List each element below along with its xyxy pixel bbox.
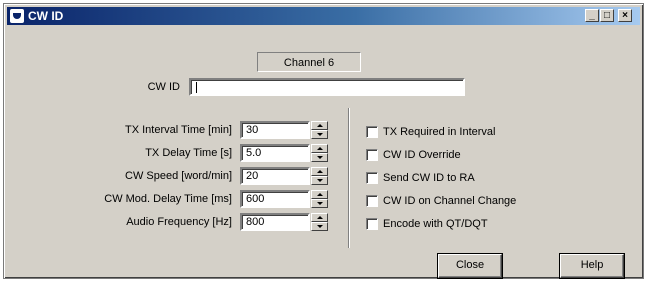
spin-down-icon[interactable] [311,176,328,185]
audio-frequency-input[interactable]: 800 [240,213,310,231]
cw-speed-spinner[interactable] [311,167,328,185]
cw-id-input[interactable] [189,78,465,96]
cw-mod-delay-time-input[interactable]: 600 [240,190,310,208]
encode-qt-dqt-label[interactable]: Encode with QT/DQT [383,218,488,231]
app-shield-icon [10,9,24,23]
title-bar[interactable]: CW ID _ □ × [7,7,640,25]
tx-interval-time-input[interactable]: 30 [240,121,310,139]
spin-down-icon[interactable] [311,199,328,208]
send-cw-id-label[interactable]: Send CW ID to RA [383,172,475,185]
window-title: CW ID [28,9,64,23]
window-close-button[interactable]: × [618,9,632,22]
cw-id-override-label[interactable]: CW ID Override [383,149,461,162]
audio-frequency-label: Audio Frequency [Hz] [126,216,232,228]
audio-frequency-spinner[interactable] [311,213,328,231]
cw-id-dialog: CW ID _ □ × Channel 6 CW ID TX Interval … [3,3,644,279]
spin-down-icon[interactable] [311,130,328,139]
cw-id-override-checkbox[interactable] [366,149,378,161]
channel-indicator: Channel 6 [257,52,361,72]
cw-id-label: CW ID [147,81,180,93]
spin-down-icon[interactable] [311,153,328,162]
minimize-button[interactable]: _ [585,9,599,22]
spin-up-icon[interactable] [311,190,328,199]
send-cw-id-checkbox[interactable] [366,172,378,184]
help-button[interactable]: Help [560,254,624,278]
tx-delay-time-label: TX Delay Time [s] [145,147,232,159]
tx-interval-time-spinner[interactable] [311,121,328,139]
vertical-divider [348,108,350,248]
tx-required-checkbox[interactable] [366,126,378,138]
spin-up-icon[interactable] [311,213,328,222]
spin-up-icon[interactable] [311,121,328,130]
cw-mod-delay-time-label: CW Mod. Delay Time [ms] [104,193,232,205]
cw-speed-label: CW Speed [word/min] [125,170,232,182]
spin-up-icon[interactable] [311,167,328,176]
tx-interval-time-label: TX Interval Time [min] [125,124,232,136]
tx-delay-time-input[interactable]: 5.0 [240,144,310,162]
encode-qt-dqt-checkbox[interactable] [366,218,378,230]
cw-id-channel-change-label[interactable]: CW ID on Channel Change [383,195,516,208]
text-caret [196,82,197,93]
maximize-button[interactable]: □ [600,9,614,22]
close-button[interactable]: Close [438,254,502,278]
cw-speed-input[interactable]: 20 [240,167,310,185]
spin-down-icon[interactable] [311,222,328,231]
tx-required-label[interactable]: TX Required in Interval [383,126,496,139]
cw-mod-delay-time-spinner[interactable] [311,190,328,208]
tx-delay-time-spinner[interactable] [311,144,328,162]
cw-id-channel-change-checkbox[interactable] [366,195,378,207]
spin-up-icon[interactable] [311,144,328,153]
